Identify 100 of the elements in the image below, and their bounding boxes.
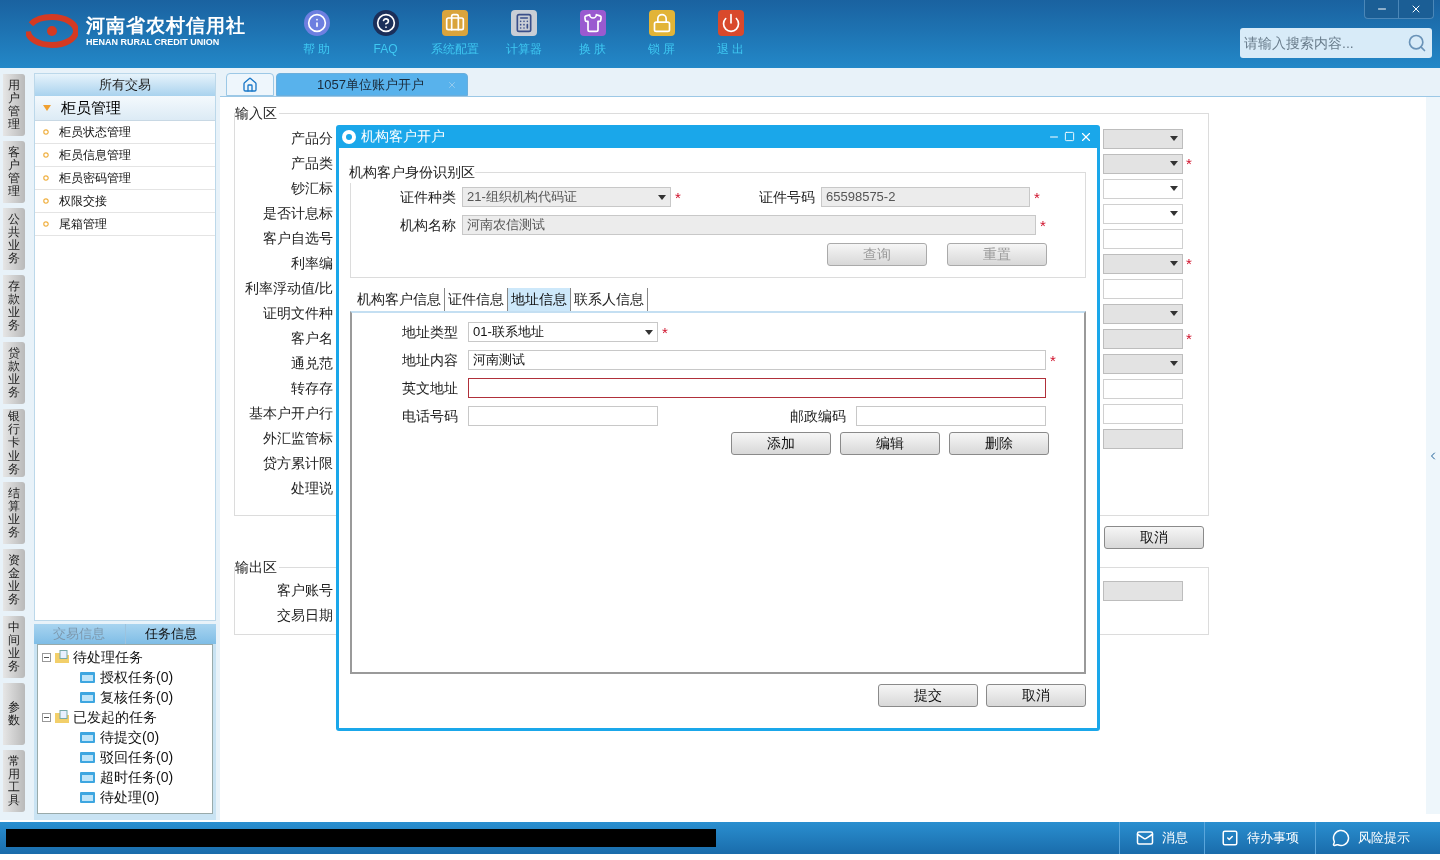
bullet-icon xyxy=(43,221,49,227)
field-label: 电话号码 xyxy=(402,406,458,426)
field-label: 贷方累计限 xyxy=(263,454,333,473)
side-nav-tab[interactable]: 用户管理 xyxy=(3,74,25,136)
bullet-icon xyxy=(43,198,49,204)
bullet-icon xyxy=(43,175,49,181)
field-label: 处理说 xyxy=(291,479,333,498)
field-label: 钞汇标 xyxy=(291,179,333,198)
field-label: 地址类型 xyxy=(402,322,458,342)
lock-icon xyxy=(648,10,675,36)
info-icon xyxy=(303,10,330,36)
dialog-tab[interactable]: 证件信息 xyxy=(445,288,508,311)
caret-icon xyxy=(658,194,666,200)
section-title: 机构客户身份识别区 xyxy=(349,163,475,182)
dropdown[interactable] xyxy=(1103,178,1183,199)
dropdown[interactable] xyxy=(1103,203,1183,224)
field-label: 客户自选号 xyxy=(263,229,333,248)
button[interactable]: 提交 xyxy=(878,684,978,707)
caret-icon xyxy=(1170,261,1178,266)
tree-node[interactable]: 待提交(0) xyxy=(100,726,160,748)
side-nav-tab[interactable]: 贷款业务 xyxy=(3,342,25,404)
menu-item[interactable]: 柜员密码管理 xyxy=(35,167,215,190)
field-label: 是否计息标 xyxy=(263,204,333,223)
field-label: 证件种类 xyxy=(400,187,456,207)
power-icon xyxy=(717,10,744,36)
close-icon[interactable] xyxy=(447,79,457,90)
field-label: 客户账号 xyxy=(277,581,333,600)
search-icon xyxy=(1407,33,1427,53)
page-tab[interactable]: 1057单位账户开户 xyxy=(276,73,468,96)
maximize-icon xyxy=(1064,131,1075,142)
home-tab[interactable] xyxy=(226,73,274,96)
dialog-tab[interactable]: 机构客户信息 xyxy=(354,288,445,311)
button[interactable]: 添加 xyxy=(731,432,831,455)
field-label: 地址内容 xyxy=(402,350,458,370)
field-label: 外汇监管标 xyxy=(263,429,333,448)
logo-subtitle: HENAN RURAL CREDIT UNION xyxy=(86,36,221,48)
tree-node[interactable]: 待处理任务 xyxy=(73,646,143,668)
input-field[interactable]: 河南测试 xyxy=(468,350,1046,370)
field-label: 产品类 xyxy=(291,154,333,173)
menu-item[interactable]: 权限交接 xyxy=(35,190,215,213)
side-nav-tab[interactable]: 资金业务 xyxy=(3,549,25,611)
status-button[interactable]: 风险提示 xyxy=(1315,822,1426,854)
bullet-icon xyxy=(43,152,49,158)
button[interactable]: 取消 xyxy=(986,684,1086,707)
field-label: 转存存 xyxy=(291,379,333,398)
side-nav-tab[interactable]: 参数 xyxy=(3,683,25,745)
tree-node[interactable]: 超时任务(0) xyxy=(100,766,174,788)
menu-item[interactable]: 尾箱管理 xyxy=(35,213,215,236)
tree-node[interactable]: 待处理(0) xyxy=(100,786,160,808)
required-mark: * xyxy=(1040,217,1046,233)
speech-bubble-icon xyxy=(1332,829,1350,847)
status-button[interactable]: 待办事项 xyxy=(1204,822,1315,854)
menu-item[interactable]: 柜员状态管理 xyxy=(35,121,215,144)
close-icon xyxy=(1410,3,1422,15)
caret-icon xyxy=(1170,211,1178,216)
field-label: 通兑范 xyxy=(291,354,333,373)
side-nav-tab[interactable]: 存款业务 xyxy=(3,275,25,337)
field-label: 机构名称 xyxy=(400,215,456,235)
search-field[interactable]: 请输入搜索内容... xyxy=(1240,28,1432,58)
status-button[interactable]: 消息 xyxy=(1119,822,1204,854)
required-mark: * xyxy=(1186,256,1192,271)
folder-icon xyxy=(80,751,95,763)
folder-icon xyxy=(80,771,95,783)
help-icon xyxy=(372,10,399,36)
field-label: 产品分 xyxy=(291,129,333,148)
tree-node[interactable]: 已发起的任务 xyxy=(73,706,157,728)
caret-icon xyxy=(1170,361,1178,366)
button[interactable]: 删除 xyxy=(949,432,1049,455)
dropdown[interactable]: 01-联系地址 xyxy=(468,322,658,342)
input-field[interactable] xyxy=(468,378,1046,398)
caret-icon xyxy=(1170,136,1178,141)
tree-node[interactable]: 复核任务(0) xyxy=(100,686,174,708)
tree-node[interactable]: 驳回任务(0) xyxy=(100,746,174,768)
dialog-tab[interactable]: 地址信息 xyxy=(508,288,571,311)
field-label: 利率浮动值/比 xyxy=(245,279,333,298)
side-nav-tab[interactable]: 中间业务 xyxy=(3,616,25,678)
field-label: 证件号码 xyxy=(759,187,815,207)
side-nav-tab[interactable]: 银行卡业务 xyxy=(3,409,25,477)
side-nav-tab[interactable]: 常用工具 xyxy=(3,750,25,812)
field-label: 证明文件种 xyxy=(263,304,333,323)
required-mark: * xyxy=(1050,352,1056,368)
tree-node[interactable]: 授权任务(0) xyxy=(100,666,174,688)
field-label: 邮政编码 xyxy=(790,406,846,426)
dialog-tab[interactable]: 联系人信息 xyxy=(571,288,648,311)
menu-item[interactable]: 柜员信息管理 xyxy=(35,144,215,167)
field-label: 英文地址 xyxy=(402,378,458,398)
required-mark: * xyxy=(1186,156,1192,171)
button[interactable]: 取消 xyxy=(1104,526,1204,549)
button[interactable]: 编辑 xyxy=(840,432,940,455)
side-nav-tab[interactable]: 结算业务 xyxy=(3,482,25,544)
side-nav-tab[interactable]: 客户管理 xyxy=(3,141,25,203)
maximize-button[interactable] xyxy=(1064,131,1075,142)
folder-icon xyxy=(54,710,70,724)
envelope-icon xyxy=(1136,829,1154,847)
collapse-icon[interactable] xyxy=(42,652,51,662)
folder-icon xyxy=(80,791,95,803)
side-nav-tab[interactable]: 公共业务 xyxy=(3,208,25,270)
logo-title: 河南省农村信用社 xyxy=(86,14,246,37)
menu-group[interactable]: 柜员管理 xyxy=(35,96,215,121)
collapse-icon[interactable] xyxy=(42,712,51,722)
